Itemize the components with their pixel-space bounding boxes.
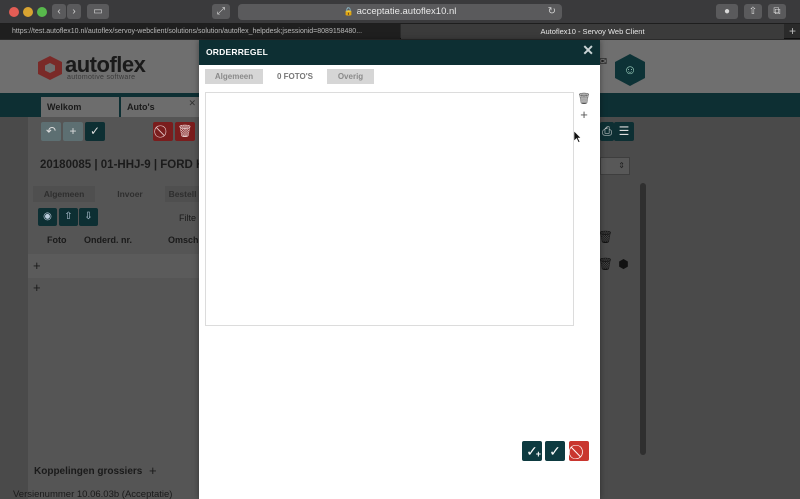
zoom-window-button[interactable] bbox=[37, 7, 47, 17]
order-title: 20180085 | 01-HHJ-9 | FORD KA bbox=[40, 159, 213, 171]
table-row[interactable] bbox=[28, 254, 200, 278]
browser-tab-1[interactable]: https://test.autoflex10.nl/autoflex/serv… bbox=[0, 24, 400, 39]
scrollbar[interactable] bbox=[640, 183, 646, 455]
lock-icon: 🔒 bbox=[343, 7, 354, 16]
tab-overig[interactable]: Overig bbox=[327, 69, 374, 84]
plus-icon-small: + bbox=[535, 449, 541, 459]
subtab-algemeen[interactable]: Algemeen bbox=[33, 186, 95, 202]
browser-tab-bar: https://test.autoflex10.nl/autoflex/serv… bbox=[0, 24, 800, 39]
column-omschrijving: Omschr bbox=[168, 235, 203, 245]
save-button[interactable]: ✓ bbox=[85, 122, 105, 141]
back-button[interactable]: ‹ bbox=[52, 4, 66, 19]
save-and-new-button[interactable]: ✓ + bbox=[522, 441, 542, 461]
version-label: Versienummer 10.06.03b (Acceptatie) bbox=[13, 489, 173, 499]
move-up-icon[interactable]: ⇧ bbox=[59, 208, 78, 226]
browser-title-bar: ‹ › ▭ ⤢ 🔒 acceptatie.autoflex10.nl ↻ ● ⇧ … bbox=[0, 0, 800, 24]
dialog-header: ORDERREGEL ✕ bbox=[199, 40, 600, 65]
close-icon[interactable]: ✕ bbox=[582, 42, 594, 59]
view-icon[interactable]: ◉ bbox=[38, 208, 57, 226]
subtab-invoer[interactable]: Invoer bbox=[97, 186, 163, 202]
tabs-icon[interactable]: ⧉ bbox=[768, 4, 786, 19]
column-foto: Foto bbox=[47, 235, 67, 245]
hex-icon[interactable]: ⬢ bbox=[614, 255, 633, 274]
forward-button[interactable]: › bbox=[67, 4, 81, 19]
add-button[interactable]: + bbox=[63, 122, 83, 141]
tab-autos-label: Auto's bbox=[127, 102, 155, 112]
browser-tab-2[interactable]: Autoflex10 - Servoy Web Client bbox=[401, 24, 784, 39]
close-window-button[interactable] bbox=[9, 7, 19, 17]
share-icon[interactable]: ⇧ bbox=[744, 4, 762, 19]
new-tab-icon[interactable]: + bbox=[789, 24, 796, 38]
move-down-icon[interactable]: ⇩ bbox=[79, 208, 98, 226]
sidebar-toggle-icon[interactable]: ▭ bbox=[87, 4, 109, 19]
photo-area[interactable] bbox=[205, 92, 574, 326]
order-panel bbox=[28, 117, 200, 499]
logo-hex-icon bbox=[38, 56, 62, 80]
print-icon[interactable]: ⎙ bbox=[600, 122, 614, 141]
right-select[interactable]: ⇕ bbox=[600, 157, 630, 175]
subtab-bestellingen[interactable]: Bestell bbox=[165, 186, 200, 202]
koppelingen-label: Koppelingen grossiers bbox=[34, 466, 143, 477]
tab-welkom[interactable]: Welkom bbox=[41, 97, 119, 118]
save-button[interactable]: ✓ bbox=[545, 441, 565, 461]
tab-welkom-label: Welkom bbox=[47, 102, 82, 112]
download-icon[interactable]: ● bbox=[716, 4, 738, 19]
add-koppeling-icon[interactable]: + bbox=[149, 463, 157, 478]
address-text: acceptatie.autoflex10.nl bbox=[356, 6, 457, 17]
dialog-title: ORDERREGEL bbox=[206, 47, 268, 57]
menu-icon[interactable]: ☰ bbox=[614, 122, 634, 141]
tab-algemeen[interactable]: Algemeen bbox=[205, 69, 263, 84]
delete-icon[interactable]: 🗑 bbox=[175, 122, 195, 141]
orderregel-dialog: ORDERREGEL ✕ Algemeen 0 FOTO'S Overig 🗑 … bbox=[199, 40, 600, 499]
address-bar[interactable]: 🔒 acceptatie.autoflex10.nl ↻ bbox=[238, 4, 562, 20]
column-onderdeel-nr: Onderd. nr. bbox=[84, 235, 133, 245]
minimize-window-button[interactable] bbox=[23, 7, 33, 17]
cancel-button[interactable]: ⃠ bbox=[569, 441, 589, 461]
add-row-icon-2[interactable]: + bbox=[33, 280, 41, 295]
close-tab-icon[interactable]: ✕ bbox=[188, 93, 196, 114]
trash-icon[interactable]: 🗑 bbox=[577, 92, 591, 106]
cursor-icon bbox=[574, 131, 582, 143]
undo-icon[interactable]: ↶ bbox=[41, 122, 61, 141]
tab-overview-icon[interactable]: ⤢ bbox=[212, 4, 230, 19]
tab-fotos[interactable]: 0 FOTO'S bbox=[265, 69, 325, 84]
autoflex-logo: autoflex automotive software bbox=[38, 52, 158, 84]
filter-label: Filte bbox=[179, 213, 197, 223]
reload-icon[interactable]: ↻ bbox=[548, 4, 556, 20]
plus-icon[interactable]: + bbox=[577, 108, 591, 122]
cancel-icon[interactable]: ⃠ bbox=[153, 122, 173, 141]
tab-autos[interactable]: Auto's ✕ bbox=[121, 97, 199, 118]
user-avatar-icon[interactable]: ☺ bbox=[615, 54, 645, 86]
add-row-icon[interactable]: + bbox=[33, 258, 41, 273]
